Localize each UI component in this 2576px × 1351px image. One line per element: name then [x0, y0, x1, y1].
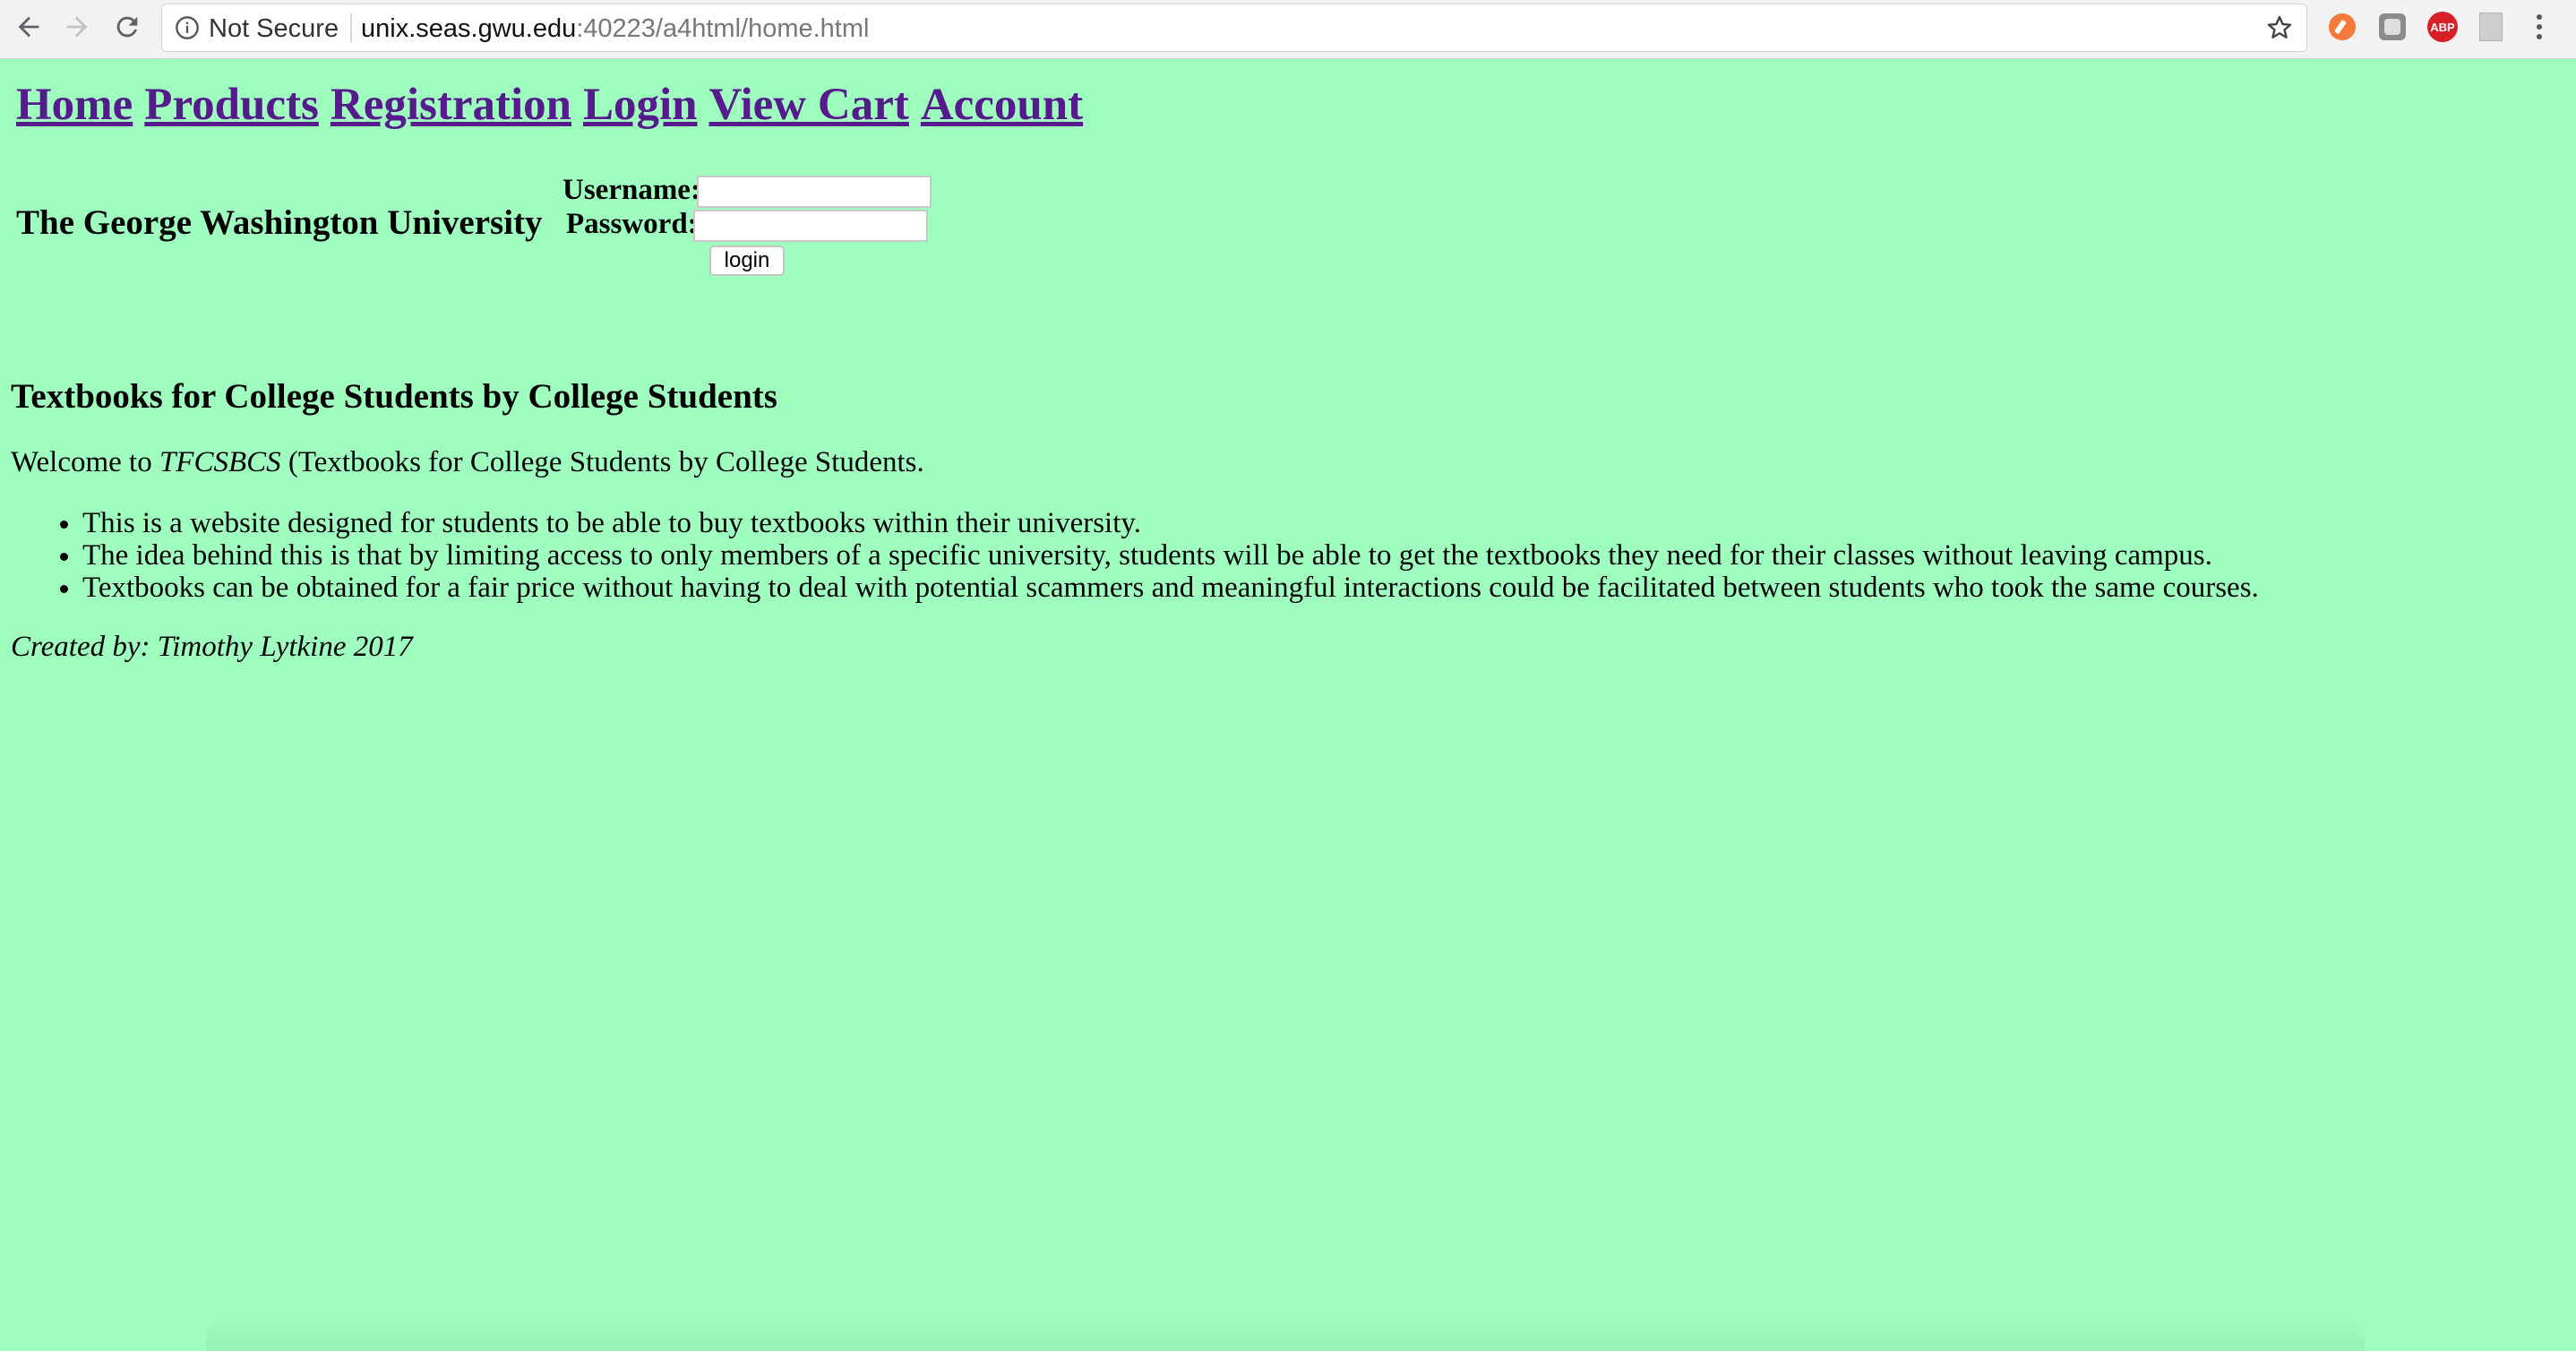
nav-link-products[interactable]: Products: [144, 80, 322, 130]
nav-link-home[interactable]: Home: [16, 80, 135, 130]
password-input[interactable]: [693, 210, 928, 242]
description-list: This is a website designed for students …: [11, 507, 2259, 604]
main-nav: Home Products Registration Login View Cart Ac…: [16, 79, 1095, 131]
adblock-button[interactable]: ABP: [2427, 12, 2458, 42]
extension-button[interactable]: [2377, 12, 2408, 42]
credits-text: Created by: Timothy Lytkine 2017: [11, 631, 413, 663]
url-host: unix.seas.gwu.edu: [361, 14, 577, 43]
url-path: :40223/a4html/home.html: [576, 14, 870, 43]
back-button[interactable]: [7, 5, 50, 48]
browser-menu-button[interactable]: [2524, 12, 2555, 42]
login-button[interactable]: login: [709, 245, 785, 276]
username-input[interactable]: [697, 176, 932, 208]
list-item: This is a website designed for students …: [82, 507, 2259, 539]
extension-button[interactable]: [2476, 12, 2506, 42]
welcome-prefix: Welcome to: [11, 446, 159, 478]
reload-icon: [116, 16, 138, 38]
info-icon[interactable]: [175, 15, 200, 40]
bottom-shadow: [206, 1313, 2365, 1351]
adblock-icon: ABP: [2427, 12, 2458, 42]
nav-link-registration[interactable]: Registration: [331, 80, 574, 130]
extension-icon: [2479, 13, 2503, 41]
star-icon[interactable]: [2265, 13, 2294, 42]
extension-icon: [2379, 13, 2406, 40]
list-item: Textbooks can be obtained for a fair pri…: [82, 572, 2259, 604]
welcome-suffix: (Textbooks for College Students by Colle…: [280, 446, 924, 478]
address-bar[interactable]: Not Secure unix.seas.gwu.edu:40223/a4htm…: [161, 4, 2307, 52]
url-text[interactable]: unix.seas.gwu.edu:40223/a4html/home.html: [361, 14, 869, 44]
omnibox-divider: [350, 13, 352, 42]
password-label: Password:: [566, 208, 698, 240]
page-content: Home Products Registration Login View Cart Ac…: [0, 59, 2576, 1351]
page-title: Textbooks for College Students by Colleg…: [11, 377, 777, 416]
back-icon: [18, 16, 39, 38]
reload-button[interactable]: [106, 5, 149, 48]
list-item: The idea behind this is that by limiting…: [82, 539, 2259, 572]
welcome-text: Welcome to TFCSBCS (Textbooks for Colleg…: [11, 446, 924, 479]
nav-link-login[interactable]: Login: [583, 80, 700, 130]
nav-link-account[interactable]: Account: [921, 80, 1086, 130]
university-name: The George Washington University: [16, 203, 543, 242]
forward-button[interactable]: [56, 5, 99, 48]
menu-icon: [2537, 14, 2542, 39]
extension-button[interactable]: [2327, 12, 2357, 42]
username-label: Username:: [562, 174, 700, 206]
browser-toolbar: Not Secure unix.seas.gwu.edu:40223/a4htm…: [0, 0, 2576, 59]
extension-icon: [2329, 13, 2356, 40]
site-abbreviation: TFCSBCS: [159, 446, 281, 478]
security-label[interactable]: Not Secure: [209, 14, 339, 44]
forward-icon: [66, 16, 88, 38]
nav-link-view-cart[interactable]: View Cart: [709, 80, 912, 130]
